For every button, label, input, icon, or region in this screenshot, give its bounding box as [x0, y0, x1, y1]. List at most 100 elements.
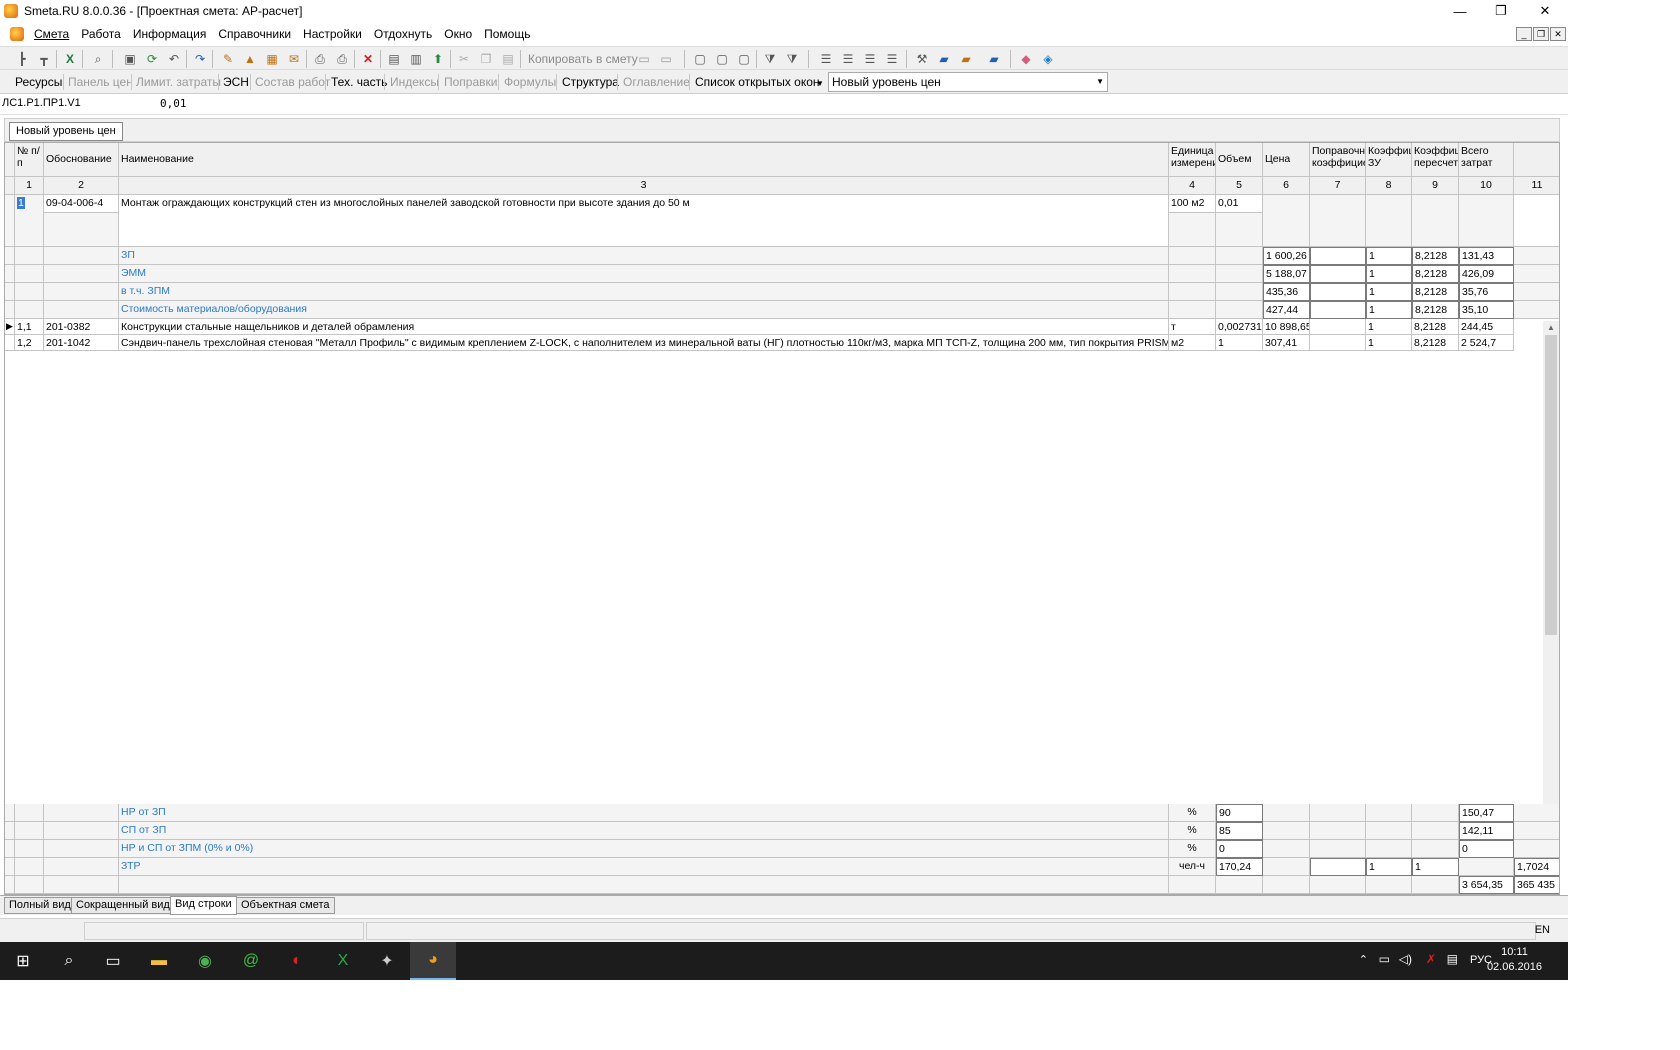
main-row-num[interactable]: 1 [17, 197, 25, 209]
main-row-volume[interactable]: 0,01 [1216, 195, 1263, 213]
copy-to-smeta-button[interactable]: Копировать в смету [528, 51, 638, 67]
app-red-icon[interactable]: ◐ [274, 942, 320, 980]
menu-otdohnut[interactable]: Отдохнуть [368, 24, 438, 44]
restore-button[interactable]: ❐ [1478, 0, 1524, 22]
main-row-unit[interactable]: 100 м2 [1169, 195, 1216, 213]
resource-row-name[interactable]: Сэндвич-панель трехслойная стеновая "Мет… [119, 335, 1169, 351]
save-icon[interactable]: ▣ [122, 51, 138, 67]
resource-row-k8[interactable]: 1 [1366, 335, 1412, 351]
resource-row-price[interactable]: 10 898,65 [1263, 319, 1310, 335]
col-header-obosnovanie[interactable]: Обоснование [44, 143, 119, 177]
main-row-code[interactable]: 09-04-006-4 [44, 195, 119, 213]
smeta-taskbar-icon[interactable]: ◕ [410, 942, 456, 980]
transport-icon[interactable]: ▰ [986, 51, 1002, 67]
copy-icon[interactable]: ❐ [478, 51, 494, 67]
indent-icon[interactable]: ☰ [818, 51, 834, 67]
cost-row-k9[interactable]: 8,2128 [1412, 301, 1459, 319]
cost-row-price[interactable]: 5 188,07 [1263, 265, 1310, 283]
resource-row-volume[interactable]: 1 [1216, 335, 1263, 351]
tb-formuly[interactable]: Формулы [504, 74, 556, 90]
col-header-naimenovanie[interactable]: Наименование [119, 143, 1169, 177]
footer-row-name[interactable]: НР и СП от ЗПМ (0% и 0%) [119, 840, 1169, 858]
group-icon[interactable]: ▦ [264, 51, 280, 67]
resource-row-unit[interactable]: т [1169, 319, 1216, 335]
volume-icon[interactable]: ◁) [1399, 952, 1412, 966]
col-header-obem[interactable]: Объем [1216, 143, 1263, 177]
tb-panel-cen[interactable]: Панель цен [68, 74, 133, 90]
footer-row-name[interactable]: НР от ЗП [119, 804, 1169, 822]
material-icon[interactable]: ▰ [958, 51, 974, 67]
filter-clear-icon[interactable]: ⧩ [784, 51, 800, 67]
menu-rabota[interactable]: Работа [75, 24, 127, 44]
footer-row-total[interactable]: 0 [1459, 840, 1514, 858]
tab-novyy-uroven-cen[interactable]: Новый уровень цен [9, 122, 123, 141]
tb-resursy[interactable]: Ресурсы [15, 74, 62, 90]
cost-row-k7[interactable] [1310, 301, 1366, 319]
insert-row-icon[interactable]: ▥ [408, 51, 424, 67]
notification-icon[interactable]: ▤ [1447, 952, 1458, 966]
menu-spravochniki[interactable]: Справочники [212, 24, 297, 44]
cost-row-k9[interactable]: 8,2128 [1412, 283, 1459, 301]
col-header-popravochnye[interactable]: Поправочн коэффицие [1310, 143, 1366, 177]
clock[interactable]: 10:11 02.06.2016 [1487, 945, 1542, 975]
cost-row-k9[interactable]: 8,2128 [1412, 265, 1459, 283]
resource-row-k8[interactable]: 1 [1366, 319, 1412, 335]
col-header-koeff-zu[interactable]: Коэффиц ЗУ [1366, 143, 1412, 177]
menu-pomosch[interactable]: Помощь [478, 24, 536, 44]
col-header-11[interactable] [1514, 143, 1559, 177]
tab-obektnaya-smeta[interactable]: Объектная смета [236, 897, 335, 914]
refresh-icon[interactable]: ⟳ [144, 51, 160, 67]
cost-row-k7[interactable] [1310, 265, 1366, 283]
task-view-icon[interactable]: ▭ [90, 942, 136, 980]
excel-taskbar-icon[interactable]: X [320, 942, 366, 980]
footer-row-total[interactable]: 142,11 [1459, 822, 1514, 840]
tree-icon[interactable]: ┣ [14, 51, 30, 67]
cost-row-name[interactable]: ЭММ [119, 265, 1169, 283]
undo-icon[interactable]: ↶ [166, 51, 182, 67]
cost-row-name[interactable]: ЗП [119, 247, 1169, 265]
cost-row-k7[interactable] [1310, 283, 1366, 301]
mail-agent-icon[interactable]: @ [228, 942, 274, 980]
tool-icon[interactable]: ✎ [220, 51, 236, 67]
move-up-icon[interactable]: ☰ [862, 51, 878, 67]
tb-open-windows-dropdown[interactable]: Список открытых окон [695, 74, 820, 90]
resource-row-num[interactable]: 1,2 [15, 335, 44, 351]
pr-icon[interactable]: ▢ [736, 51, 752, 67]
cost-row-total[interactable]: 131,43 [1459, 247, 1514, 265]
footer-row-c11[interactable]: 1,7024 [1514, 858, 1559, 876]
resource-row-unit[interactable]: м2 [1169, 335, 1216, 351]
tab-vid-stroki[interactable]: Вид строки [170, 896, 237, 915]
col-header-vsego[interactable]: Всего затрат [1459, 143, 1514, 177]
menu-informaciya[interactable]: Информация [127, 24, 212, 44]
find-icon[interactable]: ⌕ [90, 51, 106, 67]
antivirus-icon[interactable]: ✗ [1426, 952, 1436, 966]
cost-row-k8[interactable]: 1 [1366, 283, 1412, 301]
resource-icon[interactable]: ▲ [242, 51, 258, 67]
resource-row-code[interactable]: 201-1042 [44, 335, 119, 351]
tab-sokraschennyy-vid[interactable]: Сокращенный вид [71, 897, 175, 914]
chevron-down-icon[interactable]: ▼ [1096, 73, 1104, 91]
cost-row-price[interactable]: 435,36 [1263, 283, 1310, 301]
resource-row-volume[interactable]: 0,002731 [1216, 319, 1263, 335]
cost-row-k8[interactable]: 1 [1366, 247, 1412, 265]
outdent-icon[interactable]: ☰ [840, 51, 856, 67]
col-header-edinica[interactable]: Единица измерени [1169, 143, 1216, 177]
hammer-icon[interactable]: ⚒ [914, 51, 930, 67]
menu-nastroyki[interactable]: Настройки [297, 24, 368, 44]
copy-block-icon[interactable]: ▭ [636, 51, 652, 67]
file-explorer-icon[interactable]: ▬ [136, 942, 182, 980]
scroll-up-icon[interactable]: ▲ [1543, 321, 1559, 335]
footer-row-k8[interactable]: 1 [1366, 858, 1412, 876]
network-icon[interactable]: ▭ [1379, 952, 1390, 966]
tb-indeksy[interactable]: Индексы [390, 74, 439, 90]
resource-row-name[interactable]: Конструкции стальные нащельников и детал… [119, 319, 1169, 335]
resource-row-num[interactable]: 1,1 [15, 319, 44, 335]
cost-row-k7[interactable] [1310, 247, 1366, 265]
col-header-koeff-pereschet[interactable]: Коэффиц пересчет [1412, 143, 1459, 177]
cost-row-k8[interactable]: 1 [1366, 301, 1412, 319]
insert-icon[interactable]: ▤ [386, 51, 402, 67]
cell-value-input[interactable]: 0,01 [160, 97, 187, 110]
excel-icon[interactable]: X [62, 51, 78, 67]
mdi-minimize-button[interactable]: _ [1516, 27, 1532, 41]
resource-row-total[interactable]: 2 524,7 [1459, 335, 1514, 351]
